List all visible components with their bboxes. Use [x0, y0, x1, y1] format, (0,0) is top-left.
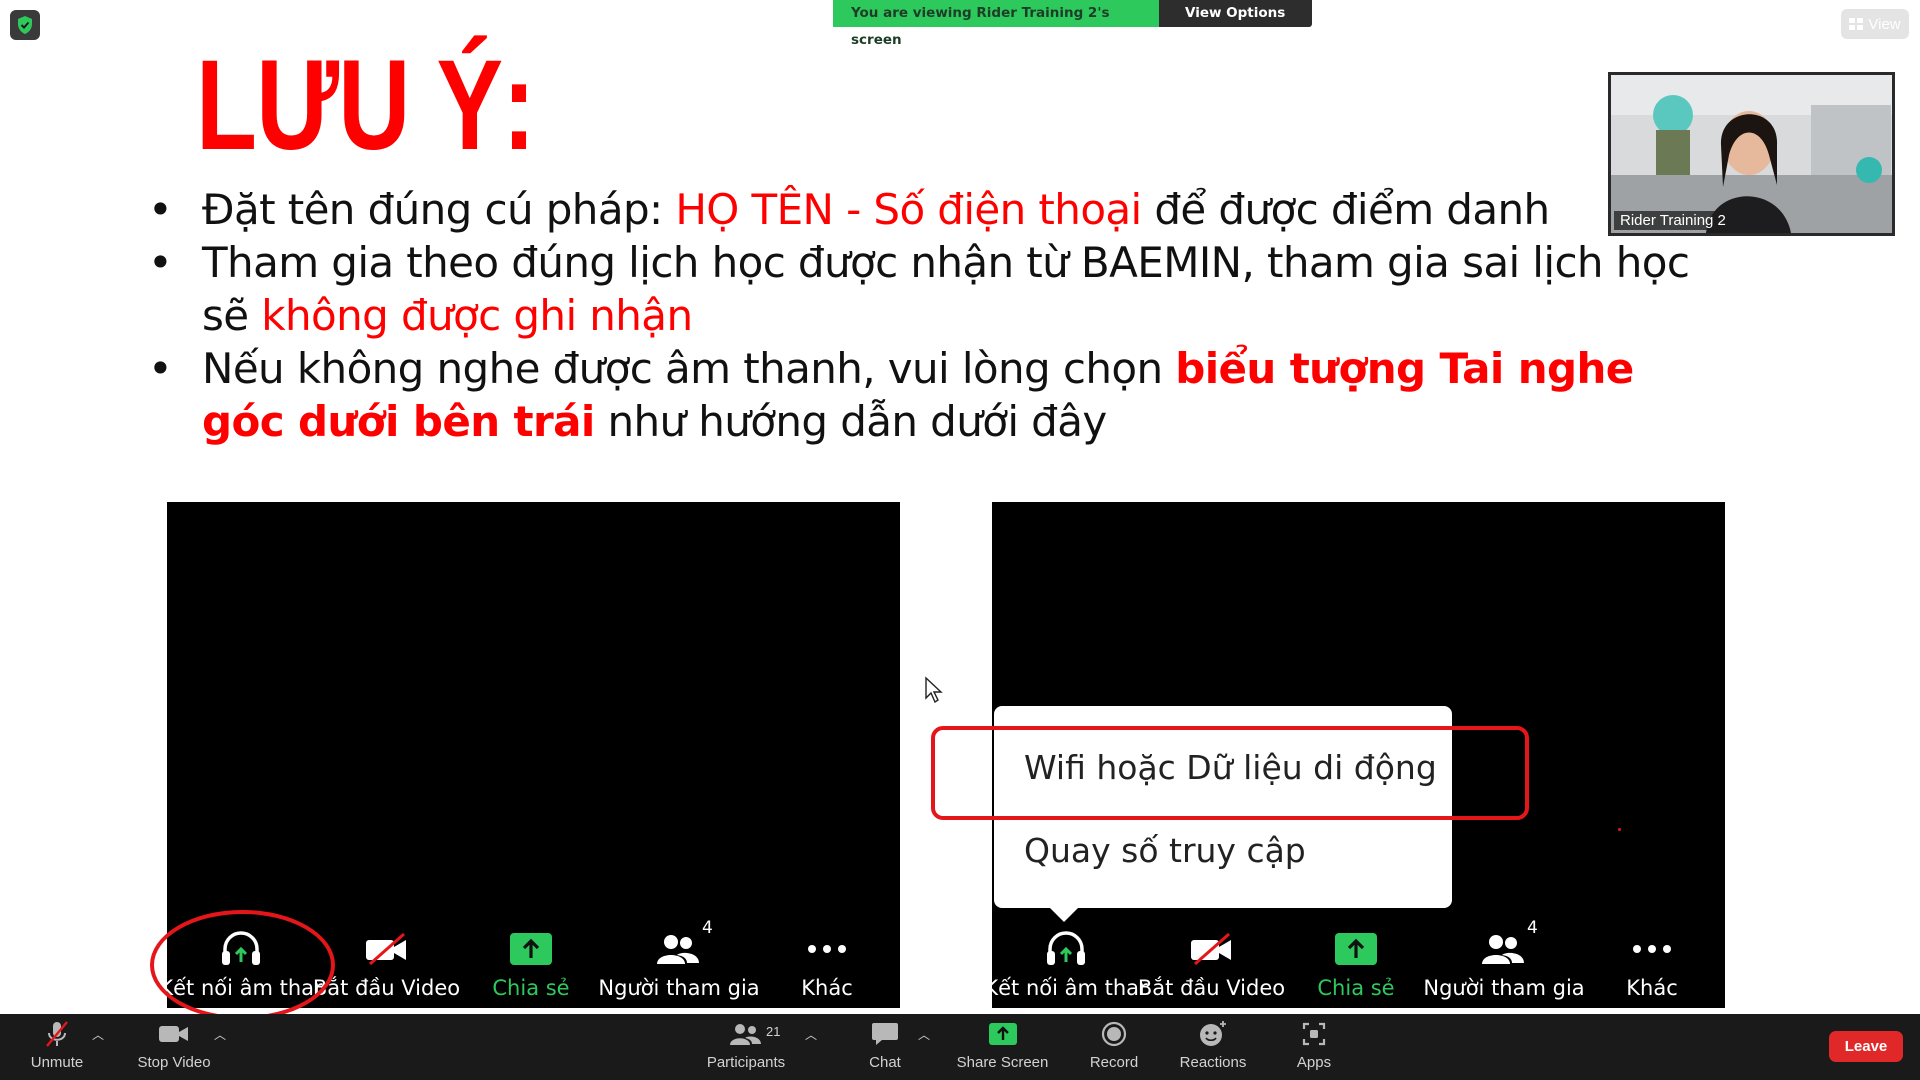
phone-audio-item: Kết nối âm thar [984, 910, 1148, 1008]
unmute-label: Unmute [30, 1054, 84, 1071]
share-screen-icon [1335, 929, 1377, 969]
participants-count: 21 [766, 1024, 781, 1039]
phone-share-item: Chia sẻ [458, 910, 604, 1008]
chat-caret-icon[interactable]: ︿ [918, 1026, 930, 1043]
microphone-muted-icon [44, 1014, 70, 1054]
phone-toolbar-right: Kết nối âm thar Bắt đầu Video Chia sẻ 4 … [984, 910, 1725, 1008]
phone-video-item: Bắt đầu Video [1137, 910, 1286, 1008]
speaker-name-label: Rider Training 2 [1614, 211, 1732, 230]
chat-label: Chat [869, 1054, 901, 1071]
participants-caret-icon[interactable]: ︿ [805, 1026, 817, 1043]
phone-share-item: Chia sẻ [1283, 910, 1429, 1008]
share-screen-label: Share Screen [956, 1054, 1049, 1071]
phone-participants-label: Người tham gia [1423, 976, 1585, 1000]
view-options-label: View Options [1185, 5, 1286, 21]
phone-share-label: Chia sẻ [1317, 976, 1395, 1000]
security-shield-icon[interactable] [10, 10, 40, 40]
apps-icon [1301, 1014, 1327, 1054]
phone-video-label: Bắt đầu Video [312, 976, 461, 1000]
viewing-screen-text: You are viewing Rider Training 2's scree… [833, 0, 1159, 48]
bullet2-highlight: không được ghi nhận [261, 291, 693, 340]
reactions-button[interactable]: Reactions [1177, 1014, 1249, 1080]
chat-bubble-icon [871, 1014, 899, 1054]
phone-more-item: Khác [754, 910, 900, 1008]
audio-options-caret-icon[interactable]: ︿ [92, 1026, 104, 1043]
record-icon [1101, 1014, 1127, 1054]
bullet1-text-start: Đặt tên đúng cú pháp: [202, 185, 676, 234]
phone-participants-label: Người tham gia [598, 976, 760, 1000]
video-off-icon [1189, 929, 1235, 969]
more-dots-icon [1632, 929, 1672, 969]
phone-more-label: Khác [801, 976, 853, 1000]
phone-more-item: Khác [1579, 910, 1725, 1008]
meeting-toolbar: Unmute ︿ Stop Video ︿ 21 Participants ︿ … [0, 1014, 1920, 1080]
view-options-button[interactable]: View Options ⌄ [1159, 0, 1312, 48]
phone-participants-item: 4 Người tham gia [598, 910, 759, 1008]
share-screen-icon [510, 929, 552, 969]
phone-share-label: Chia sẻ [492, 976, 570, 1000]
video-off-icon [364, 929, 410, 969]
phone-more-label: Khác [1626, 976, 1678, 1000]
phone-audio-label: Kết nối âm thar [984, 976, 1148, 1000]
screen-share-banner: You are viewing Rider Training 2's scree… [833, 0, 1312, 48]
smiley-plus-icon [1198, 1014, 1228, 1054]
apps-label: Apps [1296, 1054, 1332, 1071]
slide-title: LƯU Ý: [196, 34, 536, 177]
bullet-naming-rule: Đặt tên đúng cú pháp: HỌ TÊN - Số điện t… [142, 183, 1702, 236]
popup-option-dial-in: Quay số truy cập [1024, 831, 1306, 870]
mouse-cursor-icon [924, 676, 944, 709]
stop-video-label: Stop Video [137, 1054, 211, 1071]
bullet1-text-end: để được điểm danh [1141, 185, 1550, 234]
participants-label: Participants [706, 1054, 786, 1071]
laser-pointer-dot [1618, 828, 1621, 831]
phone-participants-count: 4 [1527, 918, 1538, 938]
record-button[interactable]: Record [1084, 1014, 1144, 1080]
participants-button[interactable]: 21 Participants [703, 1014, 789, 1080]
reactions-label: Reactions [1179, 1054, 1247, 1071]
participants-icon [730, 1014, 762, 1054]
bullet1-highlight: HỌ TÊN - Số điện thoại [675, 185, 1142, 234]
highlight-box-wifi-option [931, 726, 1529, 820]
stop-video-button[interactable]: Stop Video [134, 1014, 214, 1080]
apps-button[interactable]: Apps [1294, 1014, 1334, 1080]
bullet3-text-start: Nếu không nghe được âm thanh, vui lòng c… [202, 344, 1176, 393]
video-camera-icon [158, 1014, 190, 1054]
bullet-schedule-rule: Tham gia theo đúng lịch học được nhận từ… [142, 236, 1702, 342]
bullet-audio-rule: Nếu không nghe được âm thanh, vui lòng c… [142, 342, 1702, 448]
speaker-video-feed [1611, 75, 1892, 233]
grid-view-icon [1849, 18, 1864, 30]
speaker-video-tile[interactable]: Rider Training 2 [1608, 72, 1895, 236]
unmute-button[interactable]: Unmute [22, 1014, 92, 1080]
phone-participants-count: 4 [702, 918, 713, 938]
slide-bullet-list: Đặt tên đúng cú pháp: HỌ TÊN - Số điện t… [142, 183, 1702, 448]
share-screen-icon [988, 1014, 1017, 1054]
phone-video-item: Bắt đầu Video [312, 910, 461, 1008]
view-button[interactable]: View [1841, 9, 1909, 39]
chevron-down-icon: ⌄ [1185, 32, 1197, 48]
headphones-icon [1044, 929, 1088, 969]
video-options-caret-icon[interactable]: ︿ [214, 1026, 226, 1043]
view-button-label: View [1868, 15, 1901, 33]
bullet3-text-end: như hướng dẫn dưới đây [594, 397, 1107, 446]
highlight-circle-audio-button [150, 910, 335, 1020]
chat-button[interactable]: Chat [860, 1014, 910, 1080]
more-dots-icon [807, 929, 847, 969]
phone-video-label: Bắt đầu Video [1137, 976, 1286, 1000]
participants-icon [657, 929, 701, 969]
share-screen-button[interactable]: Share Screen [955, 1014, 1050, 1080]
participants-icon [1482, 929, 1526, 969]
record-label: Record [1089, 1054, 1139, 1071]
leave-button[interactable]: Leave [1829, 1031, 1903, 1062]
phone-participants-item: 4 Người tham gia [1423, 910, 1584, 1008]
